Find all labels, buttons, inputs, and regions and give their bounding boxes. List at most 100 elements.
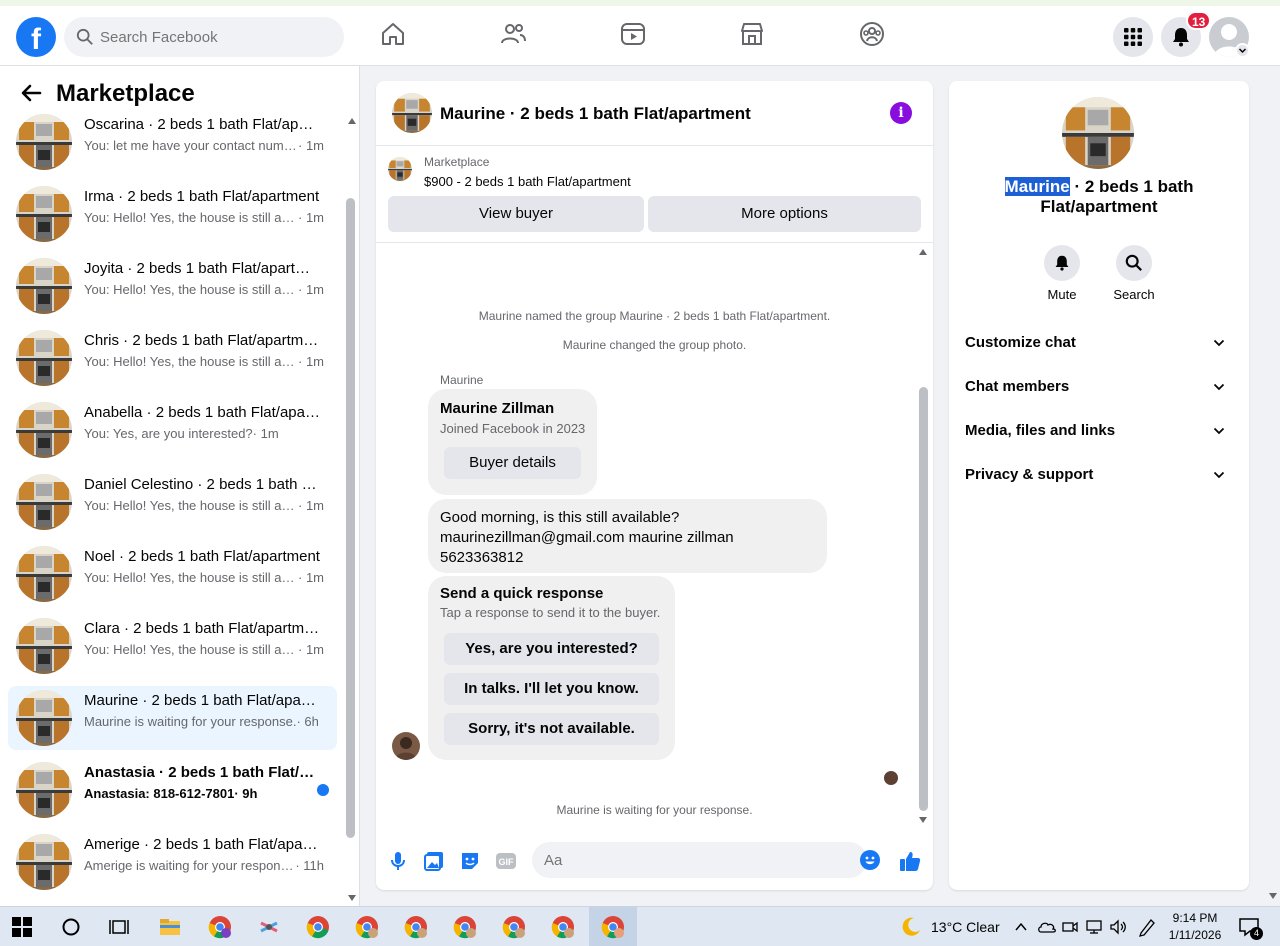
- thumbs-up-icon[interactable]: [899, 850, 921, 872]
- conversation-item[interactable]: Daniel Celestino · 2 beds 1 bath Flat/ap…: [8, 470, 337, 534]
- network-icon[interactable]: [1085, 918, 1103, 936]
- search-facebook-box[interactable]: [64, 17, 344, 57]
- task-view-icon[interactable]: [109, 917, 129, 937]
- quick-response-subtitle: Tap a response to send it to the buyer.: [440, 605, 661, 620]
- chrome-profile-2-icon[interactable]: [355, 915, 379, 939]
- sticker-icon[interactable]: [459, 850, 481, 872]
- search-icon: [76, 28, 93, 45]
- groups-icon[interactable]: [858, 20, 886, 48]
- quick-reply-interested-button[interactable]: Yes, are you interested?: [444, 633, 659, 665]
- conversation-item[interactable]: Clara · 2 beds 1 bath Flat/apartment You:…: [8, 614, 337, 678]
- chat-scroll-up-icon[interactable]: [919, 249, 927, 255]
- quick-reply-not-available-button[interactable]: Sorry, it's not available.: [444, 713, 659, 745]
- weather-text[interactable]: 13°C Clear: [931, 919, 1000, 935]
- file-explorer-icon[interactable]: [158, 915, 182, 939]
- page-scrollbar[interactable]: [1268, 66, 1280, 906]
- quick-reply-in-talks-button[interactable]: In talks. I'll let you know.: [444, 673, 659, 705]
- details-section[interactable]: Chat members: [965, 367, 1233, 407]
- scroll-up-arrow-icon[interactable]: [348, 118, 356, 124]
- snipping-tool-icon[interactable]: [257, 915, 281, 939]
- chat-header-photo[interactable]: [392, 93, 432, 133]
- conversation-time: · 6h: [296, 714, 319, 729]
- waiting-for-response-notice: Maurine is waiting for your response.: [556, 803, 753, 817]
- search-in-chat-button[interactable]: Search: [1104, 245, 1164, 302]
- sender-avatar[interactable]: [392, 732, 420, 760]
- emoji-icon[interactable]: [860, 850, 880, 870]
- back-arrow-icon[interactable]: [20, 82, 42, 104]
- conversation-item[interactable]: Oscarina · 2 beds 1 bath Flat/apartment Y…: [8, 110, 337, 174]
- windows-start-icon[interactable]: [12, 917, 32, 937]
- menu-button[interactable]: [1113, 17, 1153, 57]
- listing-thumbnail[interactable]: [388, 157, 412, 181]
- home-icon[interactable]: [379, 20, 407, 48]
- conversation-item[interactable]: Chris · 2 beds 1 bath Flat/apartment You:…: [8, 326, 337, 390]
- clock-time: 9:14 PM: [1172, 911, 1218, 925]
- details-section[interactable]: Privacy & support: [965, 455, 1233, 495]
- pen-workspace-icon[interactable]: [1137, 917, 1157, 937]
- conversation-thumbnail: [16, 546, 72, 602]
- chat-header: Maurine · 2 beds 1 bath Flat/apartment i: [376, 81, 933, 146]
- message-input[interactable]: [544, 842, 844, 878]
- seen-receipt-avatar: [884, 771, 898, 785]
- message-input-box[interactable]: [532, 842, 880, 878]
- buyer-details-button[interactable]: Buyer details: [444, 447, 581, 479]
- tray-chevron-icon[interactable]: [1013, 919, 1029, 935]
- conversation-preview: You: Hello! Yes, the house is still avai…: [84, 354, 324, 369]
- photo-icon[interactable]: [423, 850, 445, 872]
- weather-moon-icon[interactable]: [899, 915, 923, 939]
- chat-scroll-down-icon[interactable]: [919, 817, 927, 823]
- conversation-item[interactable]: Anabella · 2 beds 1 bath Flat/apartment Y…: [8, 398, 337, 462]
- scroll-down-arrow-icon[interactable]: [348, 895, 356, 901]
- group-title: Maurine · 2 beds 1 bath Flat/apartment: [969, 177, 1229, 217]
- meet-now-icon[interactable]: [1061, 918, 1079, 936]
- chrome-active-icon[interactable]: [601, 915, 625, 939]
- chrome-icon[interactable]: [306, 915, 330, 939]
- conversation-item[interactable]: Anastasia · 2 beds 1 bath Flat/apartment…: [8, 758, 337, 822]
- conversation-thumbnail: [16, 402, 72, 458]
- details-section-label: Privacy & support: [965, 466, 1094, 483]
- details-section[interactable]: Media, files and links: [965, 411, 1233, 451]
- gif-icon[interactable]: GIF: [495, 850, 517, 872]
- listing-price[interactable]: $900 - 2 beds 1 bath Flat/apartment: [424, 174, 631, 189]
- conversation-item[interactable]: Noel · 2 beds 1 bath Flat/apartment You: …: [8, 542, 337, 606]
- conversation-preview: You: Hello! Yes, the house is still avai…: [84, 642, 324, 657]
- onedrive-cloud-icon[interactable]: [1037, 917, 1057, 937]
- conversation-thumbnail: [16, 834, 72, 890]
- conversation-item[interactable]: Irma · 2 beds 1 bath Flat/apartment You: …: [8, 182, 337, 246]
- friends-icon[interactable]: [499, 20, 527, 48]
- chrome-profile-5-icon[interactable]: [502, 915, 526, 939]
- marketplace-icon[interactable]: [738, 20, 766, 48]
- conversation-item[interactable]: Amerige · 2 beds 1 bath Flat/apartment Am…: [8, 830, 337, 894]
- chrome-profile-6-icon[interactable]: [551, 915, 575, 939]
- bell-icon: [1173, 28, 1189, 47]
- info-icon[interactable]: i: [890, 102, 912, 124]
- facebook-logo[interactable]: f: [16, 17, 56, 57]
- view-buyer-button[interactable]: View buyer: [388, 196, 644, 232]
- sender-name: Maurine: [440, 373, 484, 387]
- chat-scrollbar[interactable]: [919, 387, 928, 811]
- more-options-button[interactable]: More options: [648, 196, 921, 232]
- chrome-profile-4-icon[interactable]: [453, 915, 477, 939]
- volume-icon[interactable]: [1109, 918, 1127, 936]
- account-chevron-icon[interactable]: [1235, 43, 1250, 58]
- page-scroll-down-icon[interactable]: [1269, 893, 1277, 899]
- video-icon[interactable]: [619, 20, 647, 48]
- conversation-item[interactable]: Joyita · 2 beds 1 bath Flat/apartment You…: [8, 254, 337, 318]
- search-input[interactable]: [100, 17, 336, 57]
- sidebar-scrollbar[interactable]: [346, 198, 355, 838]
- chrome-profile-n-icon[interactable]: [208, 915, 232, 939]
- system-clock[interactable]: 9:14 PM 1/11/2026: [1160, 910, 1230, 944]
- conversation-item[interactable]: Maurine · 2 beds 1 bath Flat/apartment Ma…: [8, 686, 337, 750]
- microphone-icon[interactable]: [387, 850, 409, 872]
- details-section[interactable]: Customize chat: [965, 323, 1233, 363]
- chrome-profile-3-icon[interactable]: [404, 915, 428, 939]
- cortana-search-icon[interactable]: [61, 917, 81, 937]
- chat-title[interactable]: Maurine · 2 beds 1 bath Flat/apartment: [440, 104, 751, 124]
- listing-source: Marketplace: [424, 155, 490, 169]
- buyer-message-bubble[interactable]: Good morning, is this still available? m…: [428, 499, 827, 573]
- conversation-time: · 1m: [298, 642, 324, 657]
- conversation-preview: You: Hello! Yes, the house is still avai…: [84, 210, 324, 225]
- mute-button[interactable]: Mute: [1032, 245, 1092, 302]
- group-photo[interactable]: [1062, 97, 1134, 169]
- conversation-name: Clara · 2 beds 1 bath Flat/apartment: [84, 620, 320, 637]
